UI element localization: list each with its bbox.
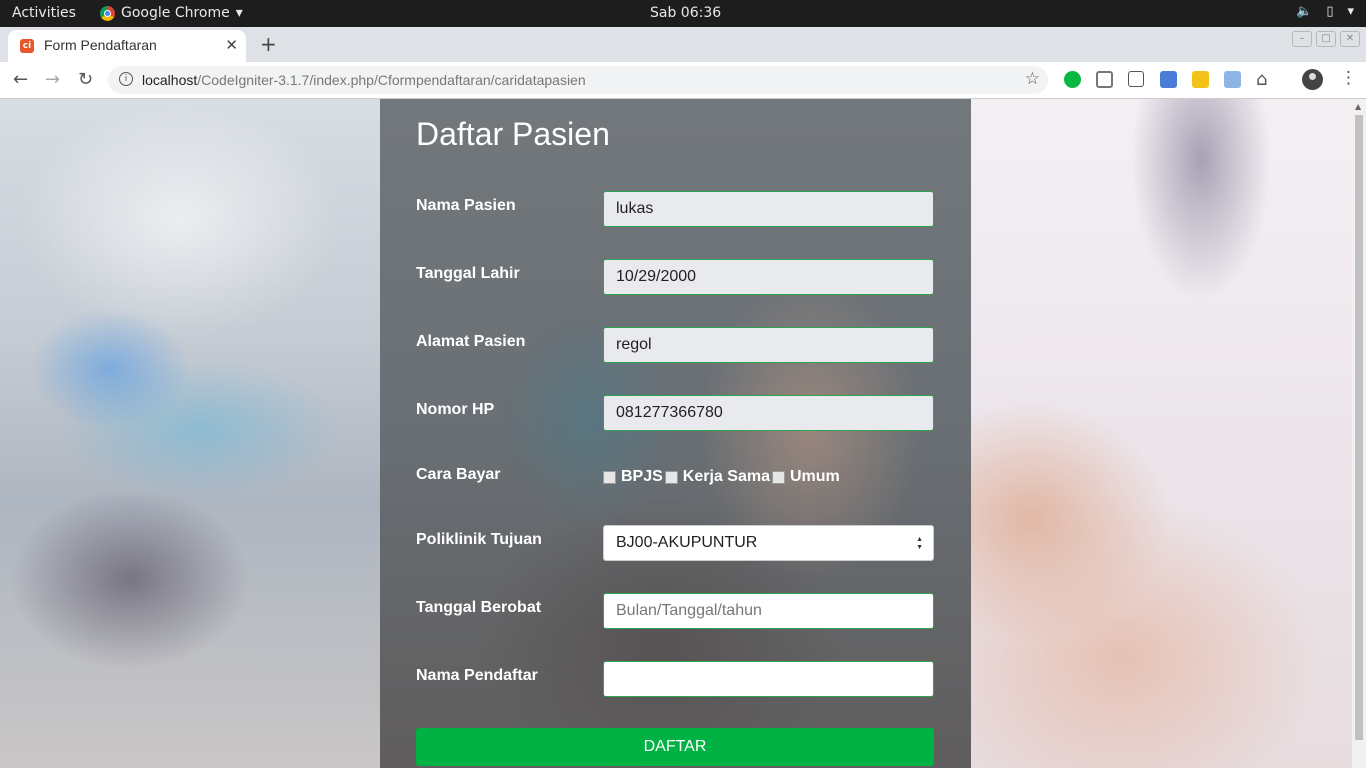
poliklinik-selected-value: BJ00-AKUPUNTUR — [616, 534, 758, 551]
chat-extension-icon[interactable] — [1096, 71, 1113, 88]
tff-extension-icon[interactable] — [1160, 71, 1177, 88]
browser-toolbar: ← → ↻ i localhost/CodeIgniter-3.1.7/inde… — [0, 62, 1366, 99]
codeigniter-icon: ci — [20, 39, 34, 53]
forward-arrow-icon[interactable]: → — [45, 69, 60, 90]
address-bar[interactable]: i localhost/CodeIgniter-3.1.7/index.php/… — [108, 66, 1048, 94]
kerja-sama-option[interactable]: Kerja Sama — [664, 468, 770, 486]
minimize-button[interactable]: – — [1292, 31, 1312, 47]
select-caret-icon: ▲ ▼ — [916, 536, 923, 551]
tab-form-pendaftaran[interactable]: ci Form Pendaftaran ✕ — [8, 30, 246, 62]
nama-pasien-label: Nama Pasien — [416, 197, 516, 214]
chevron-down-icon[interactable]: ▾ — [1347, 4, 1354, 19]
umum-checkbox[interactable] — [771, 470, 785, 484]
reload-icon[interactable]: ↻ — [78, 69, 93, 90]
home-icon[interactable]: ⌂ — [1256, 69, 1267, 90]
cara-bayar-label: Cara Bayar — [416, 466, 501, 483]
app-menu[interactable]: Google Chrome ▾ — [100, 5, 243, 21]
background-hospital-image — [0, 99, 380, 768]
menu-icon[interactable]: ⋮ — [1340, 68, 1357, 88]
tanggal-lahir-label: Tanggal Lahir — [416, 265, 520, 282]
tanggal-berobat-placeholder: Bulan/Tanggal/tahun — [616, 602, 762, 619]
nama-pasien-field[interactable]: lukas — [603, 191, 934, 227]
url-host: localhost — [142, 72, 198, 88]
window-controls: – □ ✕ — [1292, 31, 1360, 47]
bookmark-star-icon[interactable]: ☆ — [1025, 69, 1040, 89]
info-icon[interactable]: i — [119, 72, 133, 86]
bpjs-checkbox[interactable] — [603, 470, 616, 484]
nomor-hp-label: Nomor HP — [416, 401, 495, 418]
kerja-sama-label: Kerja Sama — [682, 468, 770, 485]
close-window-button[interactable]: ✕ — [1340, 31, 1360, 47]
umum-option[interactable]: Umum — [771, 468, 840, 486]
profile-avatar[interactable] — [1302, 69, 1323, 90]
maximize-button[interactable]: □ — [1316, 31, 1336, 47]
tanggal-berobat-field[interactable]: Bulan/Tanggal/tahun — [603, 593, 934, 629]
alamat-pasien-field[interactable]: regol — [603, 327, 934, 363]
activities-button[interactable]: Activities — [12, 5, 76, 21]
cara-bayar-options: BPJS Kerja Sama Umum — [603, 468, 842, 486]
system-top-bar: Activities Google Chrome ▾ Sab 06:36 🔈 ▯… — [0, 0, 1366, 27]
line-extension-icon[interactable] — [1064, 71, 1081, 88]
clock[interactable]: Sab 06:36 — [650, 5, 721, 21]
app-menu-label: Google Chrome — [121, 5, 230, 21]
close-icon[interactable]: ✕ — [225, 36, 238, 54]
bpjs-option[interactable]: BPJS — [603, 468, 663, 486]
poliklinik-select[interactable]: BJ00-AKUPUNTUR ▲ ▼ — [603, 525, 934, 561]
add-extension-icon[interactable] — [1128, 71, 1144, 87]
v-extension-icon[interactable] — [1192, 71, 1209, 88]
chrome-icon — [100, 5, 115, 21]
back-arrow-icon[interactable]: ← — [13, 69, 28, 90]
chevron-down-icon: ▾ — [235, 5, 243, 21]
page-scrollbar[interactable]: ▲ — [1352, 99, 1366, 768]
nama-pendaftar-label: Nama Pendaftar — [416, 667, 538, 684]
tanggal-berobat-label: Tanggal Berobat — [416, 599, 542, 616]
poliklinik-label: Poliklinik Tujuan — [416, 531, 542, 548]
umum-label: Umum — [789, 468, 840, 485]
battery-icon[interactable]: ▯ — [1326, 4, 1333, 19]
tab-strip: ci Form Pendaftaran ✕ + – □ ✕ — [0, 27, 1366, 62]
nomor-hp-field[interactable]: 081277366780 — [603, 395, 934, 431]
new-tab-button[interactable]: + — [260, 32, 277, 56]
page-title: Daftar Pasien — [416, 116, 610, 152]
scroll-up-arrow-icon[interactable]: ▲ — [1355, 102, 1361, 111]
volume-icon[interactable]: 🔈 — [1296, 4, 1312, 19]
nama-pendaftar-field[interactable] — [603, 661, 934, 697]
scrollbar-thumb[interactable] — [1355, 115, 1363, 740]
bpjs-label: BPJS — [621, 468, 663, 485]
system-tray[interactable]: 🔈 ▯ ▾ — [1296, 4, 1354, 19]
daftar-button[interactable]: DAFTAR — [416, 728, 934, 766]
url-text[interactable]: localhost/CodeIgniter-3.1.7/index.php/Cf… — [142, 72, 586, 88]
kerja-sama-checkbox[interactable] — [664, 470, 678, 484]
tanggal-lahir-field[interactable]: 10/29/2000 — [603, 259, 934, 295]
puzzle-extension-icon[interactable] — [1224, 71, 1241, 88]
url-path: /CodeIgniter-3.1.7/index.php/Cformpendaf… — [197, 72, 586, 88]
alamat-pasien-label: Alamat Pasien — [416, 333, 526, 350]
tab-title: Form Pendaftaran — [44, 37, 157, 53]
background-doctor-image — [971, 99, 1352, 768]
